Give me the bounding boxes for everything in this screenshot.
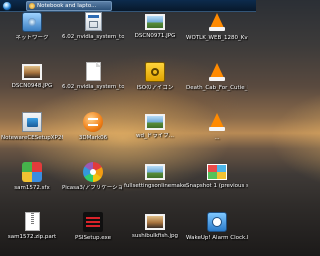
desktop-icon-3dmark06[interactable]: 3DMark06 — [62, 112, 124, 154]
sfx-archive-icon — [22, 162, 42, 182]
desktop-icon-label: DSCN0971.JPG — [134, 33, 176, 39]
wakeup-alarm-icon — [207, 212, 227, 232]
desktop-icon-wd-drive[interactable]: wd_ドライブ... — [124, 112, 186, 154]
desktop-icon-label: DSCN0948.JPG — [11, 83, 53, 89]
desktop-icon-label: 6.02_nvidia_system_tools.ex... — [62, 84, 124, 90]
desktop-icon-label: Death_Cab_For_Cutie_English... — [186, 85, 248, 91]
taskbar-window-button[interactable]: Notebook and lapto... — [26, 1, 112, 11]
desktop-icon-label: 6.02_nvidia_system_tools.exe — [62, 34, 124, 40]
photo-file-icon — [145, 164, 165, 180]
desktop-icon-label: PSISetup.exe — [75, 235, 111, 241]
desktop-icon-label: sam1572.sfx — [14, 185, 50, 191]
desktop-icon-sushi-jpg[interactable]: sushibulkfish.jpg — [124, 212, 186, 254]
photo-file-icon — [22, 64, 42, 80]
image-file-icon — [207, 164, 227, 180]
desktop-icon-wotlk-video[interactable]: WOTLK_WEB_1280_Kvid_EN... — [186, 12, 248, 54]
desktop-icon-nvidia-exe[interactable]: 6.02_nvidia_system_tools.exe — [62, 12, 124, 54]
desktop-icon-dscn0948[interactable]: DSCN0948.JPG — [1, 62, 63, 104]
desktop-icon-noteware-setup[interactable]: NotewareCESetupXP2601... — [1, 112, 63, 154]
network-icon — [22, 12, 42, 32]
desktop-icon-iso[interactable]: ISOのアイコン — [124, 62, 186, 104]
desktop-icon-dscn0971[interactable]: DSCN0971.JPG — [124, 12, 186, 54]
desktop-icon-label: ISOのアイコン — [136, 85, 174, 91]
taskbar: Notebook and lapto... — [0, 0, 256, 12]
vlc-icon — [207, 12, 227, 32]
window-app-icon — [29, 3, 35, 9]
photo-file-icon — [145, 14, 165, 30]
desktop-icon-picasa3[interactable]: Picasa3/アプリケーション — [62, 162, 124, 204]
desktop-icon-snapshot[interactable]: Snapshot 1 (previous screens) — [186, 162, 248, 204]
desktop-icon-label: wd_ドライブ... — [136, 133, 174, 139]
desktop-icon-nvidia-doc[interactable]: 6.02_nvidia_system_tools.ex... — [62, 62, 124, 104]
desktop-icon-video-3[interactable]: ... — [186, 112, 248, 154]
desktop-icon-label: WakeUp! Alarm Clock.lnk — [186, 235, 248, 241]
desktop-icon-label: WOTLK_WEB_1280_Kvid_EN... — [186, 35, 248, 41]
desktop-icon-wakeup-alarm[interactable]: WakeUp! Alarm Clock.lnk — [186, 212, 248, 254]
photo-file-icon — [145, 114, 165, 130]
desktop-icon-sam1572-zip-part[interactable]: sam1572.zip.part — [1, 212, 63, 254]
iso-file-icon — [145, 62, 165, 82]
taskbar-window-title: Notebook and lapto... — [37, 3, 97, 9]
picasa-icon — [83, 162, 103, 182]
desktop-icon-label: sam1572.zip.part — [7, 234, 57, 240]
photo-file-icon — [145, 214, 165, 230]
desktop-icon-sam1572-sfx[interactable]: sam1572.sfx — [1, 162, 63, 204]
desktop-icon-network[interactable]: ネットワーク — [1, 12, 63, 54]
desktop-icon-psisetup[interactable]: PSISetup.exe — [62, 212, 124, 254]
vlc-icon — [207, 62, 227, 82]
desktop-icon-label: Snapshot 1 (previous screens) — [186, 183, 248, 189]
desktop-icon-label: sushibulkfish.jpg — [132, 233, 178, 239]
zip-file-icon — [24, 212, 40, 231]
desktop-icon-label: Picasa3/アプリケーション — [62, 185, 124, 191]
document-file-icon — [85, 62, 101, 81]
desktop-icon-fullsettings-exe[interactable]: fullsettingsonlinemaker.exe — [124, 162, 186, 204]
vlc-icon — [207, 112, 227, 132]
setup-file-icon — [22, 112, 42, 132]
exe-file-icon — [84, 12, 102, 31]
desktop-icon-label: fullsettingsonlinemaker.exe — [124, 183, 186, 189]
desktop-icon-label: 3DMark06 — [78, 135, 108, 141]
psi-setup-icon — [83, 212, 103, 232]
desktop-icon-label: NotewareCESetupXP2601... — [1, 135, 63, 141]
desktop-icon-deathcab-video[interactable]: Death_Cab_For_Cutie_English... — [186, 62, 248, 104]
3dmark-icon — [83, 112, 103, 132]
desktop-icon-label: ... — [214, 135, 220, 141]
windows-start-orb-icon[interactable] — [2, 1, 12, 11]
desktop-icon-label: ネットワーク — [15, 35, 49, 41]
